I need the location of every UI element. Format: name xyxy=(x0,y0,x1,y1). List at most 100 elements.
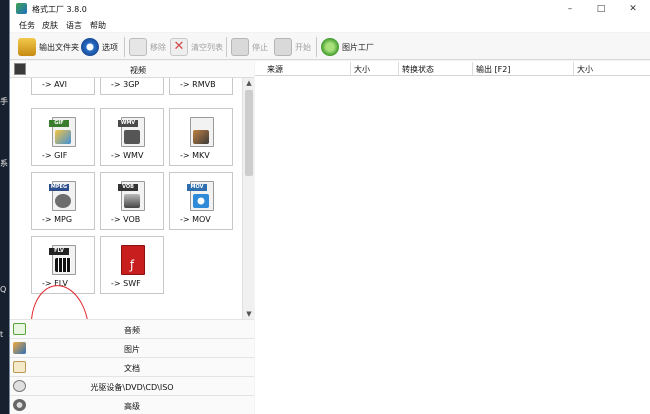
window-title: 格式工厂 3.8.0 xyxy=(32,5,87,14)
conversion-panel: 视频 -> AVI -> 3GP -> RMVB GIF -> GIF WMV … xyxy=(10,61,254,414)
video-header-label: 视频 xyxy=(130,66,146,75)
column-divider[interactable] xyxy=(398,62,399,75)
format-avi[interactable]: -> AVI xyxy=(31,78,95,95)
format-rmvb[interactable]: -> RMVB xyxy=(169,78,233,95)
mov-file-icon: MOV xyxy=(187,181,215,213)
menu-language[interactable]: 语言 xyxy=(66,20,82,31)
start-icon xyxy=(274,38,292,56)
stop-icon xyxy=(231,38,249,56)
desktop-glyph: 手 xyxy=(0,97,8,106)
toolbar-divider xyxy=(226,37,227,57)
vob-file-icon: VOB xyxy=(118,181,146,213)
category-document[interactable]: 文档 xyxy=(10,357,254,376)
column-status[interactable]: 转换状态 xyxy=(402,64,434,75)
folder-icon xyxy=(18,38,36,56)
format-label: -> SWF xyxy=(111,279,141,288)
clear-list-label: 清空列表 xyxy=(191,42,223,52)
picture-factory-button[interactable]: 图片工厂 xyxy=(321,36,374,58)
format-flv[interactable]: FLV -> FLV xyxy=(31,236,95,294)
start-label: 开始 xyxy=(295,42,311,52)
format-label: -> FLV xyxy=(42,279,68,288)
format-label: -> VOB xyxy=(111,215,141,224)
format-mov[interactable]: MOV -> MOV xyxy=(169,172,233,230)
app-window: 格式工厂 3.8.0 – □ ✕ 任务 皮肤 语言 帮助 输出文件夹 选项 移除… xyxy=(9,0,650,414)
category-label: 音频 xyxy=(124,326,140,335)
task-list[interactable]: 来源 大小 转换状态 输出 [F2] 大小 xyxy=(255,61,650,414)
stop-label: 停止 xyxy=(252,42,268,52)
category-label: 文档 xyxy=(124,364,140,373)
remove-icon xyxy=(129,38,147,56)
format-label: -> GIF xyxy=(42,151,68,160)
column-output[interactable]: 输出 [F2] xyxy=(476,64,510,75)
stop-button[interactable]: 停止 xyxy=(231,36,268,58)
scroll-up-arrow-icon[interactable]: ▲ xyxy=(243,78,255,88)
remove-label: 移除 xyxy=(150,42,166,52)
format-label: -> MKV xyxy=(180,151,210,160)
category-optical-drive[interactable]: 光驱设备\DVD\CD\ISO xyxy=(10,376,254,395)
toolbar-divider xyxy=(124,37,125,57)
column-output-size[interactable]: 大小 xyxy=(577,64,593,75)
menu-skin[interactable]: 皮肤 xyxy=(42,20,58,31)
format-grid-scrollbar[interactable]: ▲ ▼ xyxy=(242,78,254,319)
toolbar: 输出文件夹 选项 移除 ✕ 清空列表 停止 开始 图片工厂 xyxy=(10,33,650,60)
remove-button[interactable]: 移除 xyxy=(129,36,166,58)
format-label: -> RMVB xyxy=(180,80,216,89)
column-size[interactable]: 大小 xyxy=(354,64,370,75)
options-label: 选项 xyxy=(102,42,118,52)
category-picture[interactable]: 图片 xyxy=(10,338,254,357)
clear-list-button[interactable]: ✕ 清空列表 xyxy=(170,36,223,58)
category-audio[interactable]: 音频 xyxy=(10,319,254,338)
category-list: 音频 图片 文档 光驱设备\DVD\CD\ISO 高级 xyxy=(10,319,254,414)
desktop-glyph: 系 xyxy=(0,159,8,168)
format-gif[interactable]: GIF -> GIF xyxy=(31,108,95,166)
format-mpg[interactable]: MPEG -> MPG xyxy=(31,172,95,230)
picture-factory-icon xyxy=(321,38,339,56)
format-label: -> AVI xyxy=(42,80,67,89)
format-grid: -> AVI -> 3GP -> RMVB GIF -> GIF WMV -> … xyxy=(10,78,242,319)
title-bar[interactable]: 格式工厂 3.8.0 – □ ✕ xyxy=(10,0,650,18)
app-logo-icon xyxy=(16,3,27,14)
clear-list-icon: ✕ xyxy=(170,38,188,56)
column-divider[interactable] xyxy=(350,62,351,75)
column-divider[interactable] xyxy=(472,62,473,75)
column-source[interactable]: 来源 xyxy=(267,64,283,75)
swf-file-icon: ƒ xyxy=(118,245,146,277)
desktop-glyph: t xyxy=(0,330,4,339)
format-mkv[interactable]: -> MKV xyxy=(169,108,233,166)
start-button[interactable]: 开始 xyxy=(274,36,311,58)
close-button[interactable]: ✕ xyxy=(622,2,644,16)
scroll-thumb[interactable] xyxy=(245,90,253,176)
format-wmv[interactable]: WMV -> WMV xyxy=(100,108,164,166)
minimize-button[interactable]: – xyxy=(559,2,581,16)
category-advanced[interactable]: 高级 xyxy=(10,395,254,414)
format-swf[interactable]: ƒ -> SWF xyxy=(100,236,164,294)
task-list-header: 来源 大小 转换状态 输出 [F2] 大小 xyxy=(255,61,650,76)
mkv-file-icon xyxy=(187,117,215,149)
flv-file-icon: FLV xyxy=(49,245,77,277)
options-button[interactable]: 选项 xyxy=(81,36,118,58)
format-label: -> MOV xyxy=(180,215,211,224)
gear-icon xyxy=(81,38,99,56)
format-label: -> 3GP xyxy=(111,80,140,89)
film-icon xyxy=(14,63,26,75)
format-3gp[interactable]: -> 3GP xyxy=(100,78,164,95)
menu-task[interactable]: 任务 xyxy=(19,20,35,31)
picture-factory-label: 图片工厂 xyxy=(342,42,374,52)
gif-file-icon: GIF xyxy=(49,117,77,149)
category-label: 图片 xyxy=(124,345,140,354)
desktop-glyph: Q xyxy=(0,285,7,294)
menu-bar: 任务 皮肤 语言 帮助 xyxy=(10,18,650,32)
output-folder-button[interactable]: 输出文件夹 xyxy=(18,36,79,58)
video-category-header[interactable]: 视频 xyxy=(10,61,254,78)
format-vob[interactable]: VOB -> VOB xyxy=(100,172,164,230)
desktop-strip: 手 系 Q t xyxy=(0,0,9,414)
category-label: 高级 xyxy=(124,402,140,411)
output-folder-label: 输出文件夹 xyxy=(39,42,79,52)
scroll-down-arrow-icon[interactable]: ▼ xyxy=(243,309,255,319)
category-label: 光驱设备\DVD\CD\ISO xyxy=(90,383,174,392)
format-label: -> WMV xyxy=(111,151,144,160)
maximize-button[interactable]: □ xyxy=(590,2,612,16)
column-divider[interactable] xyxy=(573,62,574,75)
mpg-file-icon: MPEG xyxy=(49,181,77,213)
menu-help[interactable]: 帮助 xyxy=(90,20,106,31)
